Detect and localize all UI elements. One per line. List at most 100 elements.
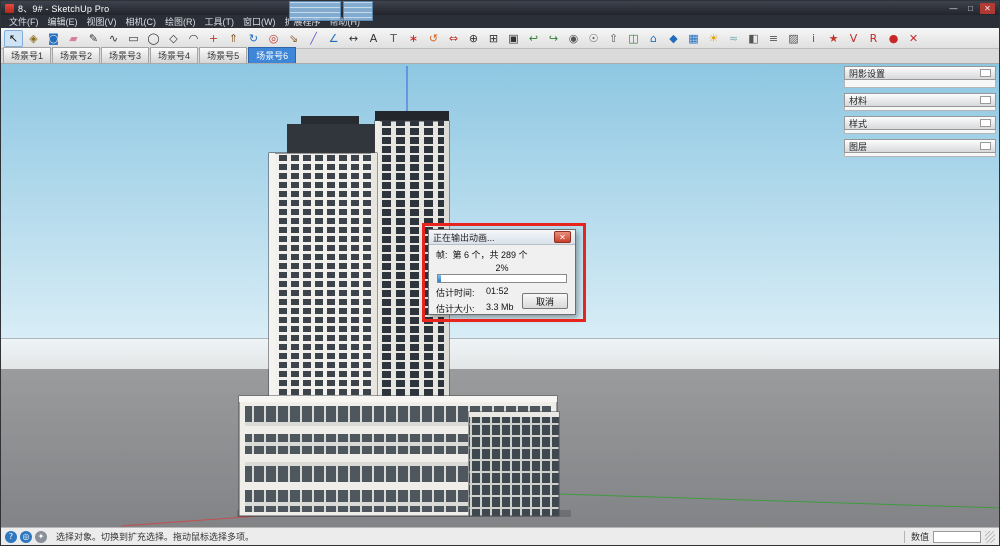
panel-title: 图层 [849, 141, 868, 152]
select-icon[interactable]: ↖ [4, 29, 23, 47]
front-view-icon[interactable]: ⌂ [644, 30, 663, 47]
est-size-label: 估计大小: [436, 304, 475, 314]
scene-tab[interactable]: 场景号2 [52, 47, 101, 63]
menu-bar: 文件(F) 编辑(E) 视图(V) 相机(C) 绘图(R) 工具(T) 窗口(W) 扩展程序帮… [1, 15, 999, 28]
app-icon [5, 3, 14, 13]
orbit-icon[interactable]: ↺ [424, 30, 443, 47]
panel-title-bar[interactable]: 图层 [844, 139, 996, 153]
floating-window-1[interactable] [289, 1, 341, 21]
arc-icon[interactable]: ◠ [184, 30, 203, 47]
extension-warehouse-icon[interactable]: ★ [824, 30, 843, 47]
statusbar-divider [903, 530, 905, 543]
panel-toggle-button[interactable] [980, 69, 991, 77]
scene-tab[interactable]: 场景号5 [199, 47, 248, 63]
menu-item[interactable]: 相机(C) [126, 15, 157, 28]
dimension-icon[interactable]: ↔ [344, 30, 363, 47]
export-animation-dialog: 正在输出动画... ✕ 帧: 第 6 个，共 289 个 2% 估计时间: 01… [428, 229, 576, 315]
next-view-icon[interactable]: ↪ [544, 30, 563, 47]
vray-render-icon[interactable]: R [864, 30, 883, 47]
scene-tab[interactable]: 场景号4 [150, 47, 199, 63]
text-icon[interactable]: A [364, 30, 383, 47]
vray-frame-buffer-icon[interactable]: V [844, 30, 863, 47]
fog-icon[interactable]: ≈ [724, 30, 743, 47]
scene-tab[interactable]: 场景号6 [248, 47, 297, 63]
menu-item[interactable]: 绘图(R) [165, 15, 196, 28]
scene-tab[interactable]: 场景号1 [3, 47, 52, 63]
maximize-button[interactable]: □ [963, 3, 978, 14]
panel-toggle-button[interactable] [980, 142, 991, 150]
circle-icon[interactable]: ◯ [144, 30, 163, 47]
rotate-icon[interactable]: ↻ [244, 30, 263, 47]
push-pull-icon[interactable]: ⇑ [224, 30, 243, 47]
panel-title-bar[interactable]: 样式 [844, 116, 996, 130]
layers-icon[interactable]: ≡ [764, 30, 783, 47]
resize-grip[interactable] [985, 530, 995, 543]
toolbar: ↖ ◈ ◙ ▰ ✎ ∿ ▭ ◯ ◇ ◠ + ⇑ ↻ ◎ ⇘ ╱ ∠ ↔ A T ∗ ↺ ⇔ ⊕ ⊞ ▣ ↩ ↪ ◉ ☉ ⇧ ◫ ⌂ ◆ ▦ ☀ ≈ ◧ ≡ ▨… [1, 28, 999, 49]
shadows-icon[interactable]: ☀ [704, 30, 723, 47]
menu-item[interactable]: 文件(F) [9, 15, 39, 28]
section-plane-icon[interactable]: ◫ [624, 30, 643, 47]
menu-item[interactable]: 窗口(W) [243, 15, 276, 28]
rectangle-icon[interactable]: ▭ [124, 30, 143, 47]
styles-icon[interactable]: ◧ [744, 30, 763, 47]
dialog-close-button[interactable]: ✕ [554, 231, 571, 243]
panel-toggle-button[interactable] [980, 96, 991, 104]
make-component-icon[interactable]: ◈ [24, 30, 43, 47]
freehand-icon[interactable]: ∿ [104, 30, 123, 47]
floating-window-2[interactable] [343, 1, 373, 21]
measurements-input[interactable] [933, 530, 981, 543]
materials-icon[interactable]: ▨ [784, 30, 803, 47]
protractor-icon[interactable]: ∠ [324, 30, 343, 47]
3d-text-icon[interactable]: T [384, 30, 403, 47]
zoom-window-icon[interactable]: ⊞ [484, 30, 503, 47]
close-red-icon[interactable]: ✕ [904, 30, 923, 47]
line-icon[interactable]: ✎ [84, 30, 103, 47]
iso-view-icon[interactable]: ◆ [664, 30, 683, 47]
offset-icon[interactable]: ◎ [264, 30, 283, 47]
previous-view-icon[interactable]: ↩ [524, 30, 543, 47]
minimize-button[interactable]: — [946, 3, 961, 14]
scale-icon[interactable]: ⇘ [284, 30, 303, 47]
vray-options-icon[interactable]: ● [884, 30, 903, 47]
panel-body [844, 153, 996, 157]
status-icons: ? ◎ ✦ [5, 530, 50, 543]
zoom-extents-icon[interactable]: ▣ [504, 30, 523, 47]
position-camera-icon[interactable]: ◉ [564, 30, 583, 47]
tape-measure-icon[interactable]: ╱ [304, 30, 323, 47]
cancel-button[interactable]: 取消 [522, 293, 568, 309]
pan-icon[interactable]: ⇔ [444, 30, 463, 47]
look-around-icon[interactable]: ☉ [584, 30, 603, 47]
dialog-title: 正在输出动画... [433, 232, 495, 243]
menu-item[interactable]: 编辑(E) [48, 15, 78, 28]
credits-icon[interactable]: ✦ [35, 530, 47, 543]
est-time-value: 01:52 [486, 286, 509, 296]
move-icon[interactable]: + [204, 30, 223, 47]
close-button[interactable]: ✕ [980, 2, 995, 14]
panel-title-bar[interactable]: 材料 [844, 93, 996, 107]
paint-bucket-icon[interactable]: ◙ [44, 30, 63, 47]
top-view-icon[interactable]: ▦ [684, 30, 703, 47]
walk-icon[interactable]: ⇧ [604, 30, 623, 47]
axes-icon[interactable]: ∗ [404, 30, 423, 47]
scene-tabs-bar: 场景号1 场景号2 场景号3 场景号4 场景号5 场景号6 [1, 47, 999, 64]
scene-tab[interactable]: 场景号3 [101, 47, 150, 63]
geolocation-icon[interactable]: ◎ [20, 530, 32, 543]
model-info-icon[interactable]: i [804, 30, 823, 47]
progress-bar [437, 274, 567, 283]
panel-title: 材料 [849, 95, 868, 106]
zoom-icon[interactable]: ⊕ [464, 30, 483, 47]
measurements-label: 数值 [910, 532, 929, 542]
panel-toggle-button[interactable] [980, 119, 991, 127]
panel-layers: 图层 [844, 139, 996, 157]
panel-body [844, 130, 996, 134]
menu-item[interactable]: 工具(T) [205, 15, 235, 28]
polygon-icon[interactable]: ◇ [164, 30, 183, 47]
panel-styles: 样式 [844, 116, 996, 134]
panel-title-bar[interactable]: 阴影设置 [844, 66, 996, 80]
eraser-icon[interactable]: ▰ [64, 30, 83, 47]
panel-shadow-settings: 阴影设置 [844, 66, 996, 88]
panel-title: 阴影设置 [849, 68, 886, 79]
menu-item[interactable]: 视图(V) [87, 15, 117, 28]
viewport-3d[interactable]: 阴影设置 材料 样式 图层 正在输出动画... ✕ 帧: 第 6 个，共 289… [1, 64, 999, 529]
help-icon[interactable]: ? [5, 530, 17, 543]
